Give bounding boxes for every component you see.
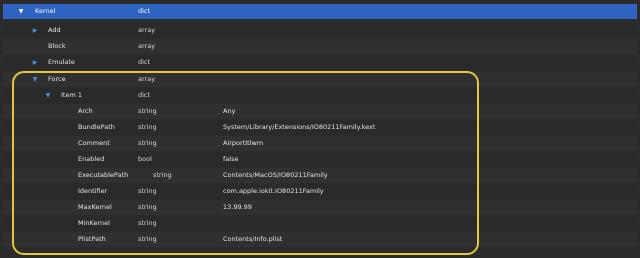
type-label[interactable]: dict: [138, 88, 150, 103]
value-label[interactable]: Contents/Info.plist: [223, 232, 282, 247]
row-minkernel[interactable]: MinKernel string: [3, 216, 637, 231]
type-label[interactable]: array: [138, 72, 155, 87]
value-label[interactable]: false: [223, 152, 238, 167]
type-label[interactable]: dict: [138, 4, 150, 19]
key-label: Arch: [78, 107, 93, 115]
key-label: Item 1: [61, 91, 82, 99]
disclosure-triangle-icon[interactable]: ▼: [31, 72, 39, 87]
value-label[interactable]: Any: [223, 104, 235, 119]
type-label[interactable]: string: [138, 232, 157, 247]
disclosure-triangle-icon[interactable]: ▶: [31, 23, 39, 38]
key-label: Kernel: [35, 7, 56, 15]
row-item-1[interactable]: ▼ Item 1 dict: [3, 88, 637, 103]
type-label[interactable]: string: [138, 104, 157, 119]
key-label: Comment: [78, 139, 110, 147]
row-force[interactable]: ▼ Force array: [3, 72, 637, 87]
type-label[interactable]: string: [153, 168, 172, 183]
value-label[interactable]: com.apple.iokit.IO80211Family: [223, 184, 324, 199]
type-label[interactable]: string: [138, 184, 157, 199]
type-label[interactable]: string: [138, 200, 157, 215]
row-enabled[interactable]: Enabled bool false: [3, 152, 637, 167]
type-label[interactable]: string: [138, 120, 157, 135]
key-label: Enabled: [78, 155, 105, 163]
row-identifier[interactable]: Identifier string com.apple.iokit.IO8021…: [3, 184, 637, 199]
type-label[interactable]: dict: [138, 55, 150, 70]
type-label[interactable]: string: [138, 136, 157, 151]
row-emulate[interactable]: ▶ Emulate dict: [3, 55, 637, 70]
type-label[interactable]: array: [138, 23, 155, 38]
key-label: ExecutablePath: [78, 171, 129, 179]
key-label: MaxKernel: [78, 203, 112, 211]
value-label[interactable]: 13.99.99: [223, 200, 252, 215]
row-bundlepath[interactable]: BundlePath string System/Library/Extensi…: [3, 120, 637, 135]
value-label[interactable]: Contents/MacOS/IO80211Family: [223, 168, 328, 183]
key-label: Force: [48, 75, 66, 83]
value-label[interactable]: System/Library/Extensions/IO80211Family.…: [223, 120, 375, 135]
key-label: BundlePath: [78, 123, 115, 131]
row-arch[interactable]: Arch string Any: [3, 104, 637, 119]
disclosure-triangle-icon[interactable]: ▼: [44, 88, 52, 103]
key-label: Identifier: [78, 187, 108, 195]
disclosure-triangle-icon[interactable]: ▶: [31, 55, 39, 70]
row-comment[interactable]: Comment string AirportItlwm: [3, 136, 637, 151]
disclosure-triangle-icon[interactable]: ▼: [17, 4, 25, 19]
key-label: Block: [48, 42, 66, 50]
row-block[interactable]: Block array: [3, 39, 637, 54]
type-label[interactable]: array: [138, 39, 155, 54]
row-plistpath[interactable]: PlistPath string Contents/Info.plist: [3, 232, 637, 247]
row-executablepath[interactable]: ExecutablePath string Contents/MacOS/IO8…: [3, 168, 637, 183]
row-add[interactable]: ▶ Add array: [3, 23, 637, 38]
plist-outline-view: ▼ Kernel dict ▶ Add array Block array ▶ …: [0, 0, 640, 258]
value-label[interactable]: AirportItlwm: [223, 136, 263, 151]
key-label: PlistPath: [78, 235, 106, 243]
key-label: MinKernel: [78, 219, 110, 227]
key-label: Add: [48, 26, 61, 34]
row-maxkernel[interactable]: MaxKernel string 13.99.99: [3, 200, 637, 215]
row-kernel[interactable]: ▼ Kernel dict: [3, 4, 637, 19]
key-label: Emulate: [48, 58, 75, 66]
type-label[interactable]: string: [138, 216, 157, 231]
type-label[interactable]: bool: [138, 152, 152, 167]
